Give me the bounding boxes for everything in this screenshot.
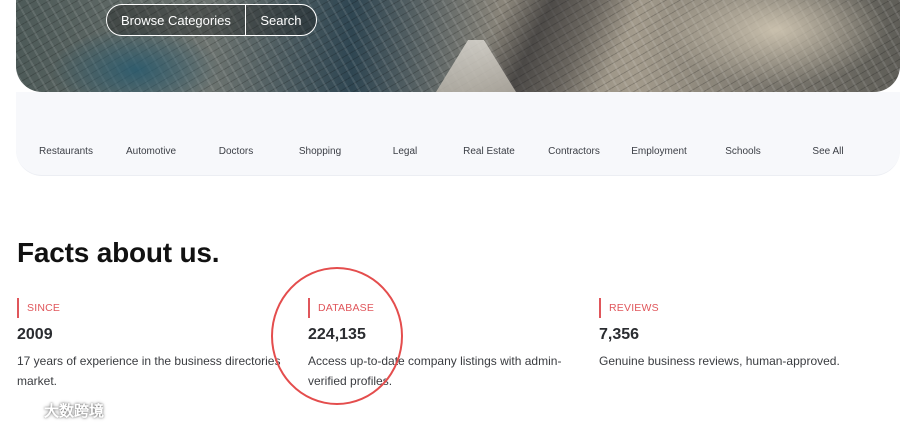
category-real-estate[interactable]: Real Estate	[463, 146, 515, 157]
category-contractors[interactable]: Contractors	[548, 146, 600, 157]
hero-banner: Browse Categories Search	[16, 0, 900, 92]
category-employment[interactable]: Employment	[631, 146, 687, 157]
category-doctors[interactable]: Doctors	[219, 146, 253, 157]
browse-categories-button[interactable]: Browse Categories	[107, 5, 245, 35]
fact-label: REVIEWS	[599, 298, 874, 318]
category-bar: Restaurants Automotive Doctors Shopping …	[16, 92, 900, 176]
category-legal[interactable]: Legal	[393, 146, 417, 157]
category-restaurants[interactable]: Restaurants	[39, 146, 93, 157]
fact-label: SINCE	[17, 298, 292, 318]
category-automotive[interactable]: Automotive	[126, 146, 176, 157]
facts-heading: Facts about us.	[17, 237, 220, 268]
fact-value: 2009	[17, 326, 53, 343]
fact-description: 17 years of experience in the business d…	[17, 354, 281, 388]
hero-search-group: Browse Categories Search	[106, 4, 317, 36]
fact-value: 224,135	[308, 326, 366, 343]
fact-database: DATABASE 224,135 Access up-to-date compa…	[308, 298, 583, 391]
fact-label: DATABASE	[308, 298, 583, 318]
fact-since: SINCE 2009 17 years of experience in the…	[17, 298, 292, 391]
search-button[interactable]: Search	[246, 5, 315, 35]
watermark-text: 大数跨境	[44, 402, 105, 420]
category-schools[interactable]: Schools	[725, 146, 761, 157]
watermark: 大数跨境	[8, 398, 104, 422]
fact-description: Genuine business reviews, human-approved…	[599, 354, 840, 368]
brand-logo-icon	[9, 401, 35, 419]
category-shopping[interactable]: Shopping	[299, 146, 341, 157]
fact-description: Access up-to-date company listings with …	[308, 354, 562, 388]
fact-reviews: REVIEWS 7,356 Genuine business reviews, …	[599, 298, 874, 371]
category-see-all[interactable]: See All	[812, 146, 843, 157]
fact-value: 7,356	[599, 326, 640, 343]
